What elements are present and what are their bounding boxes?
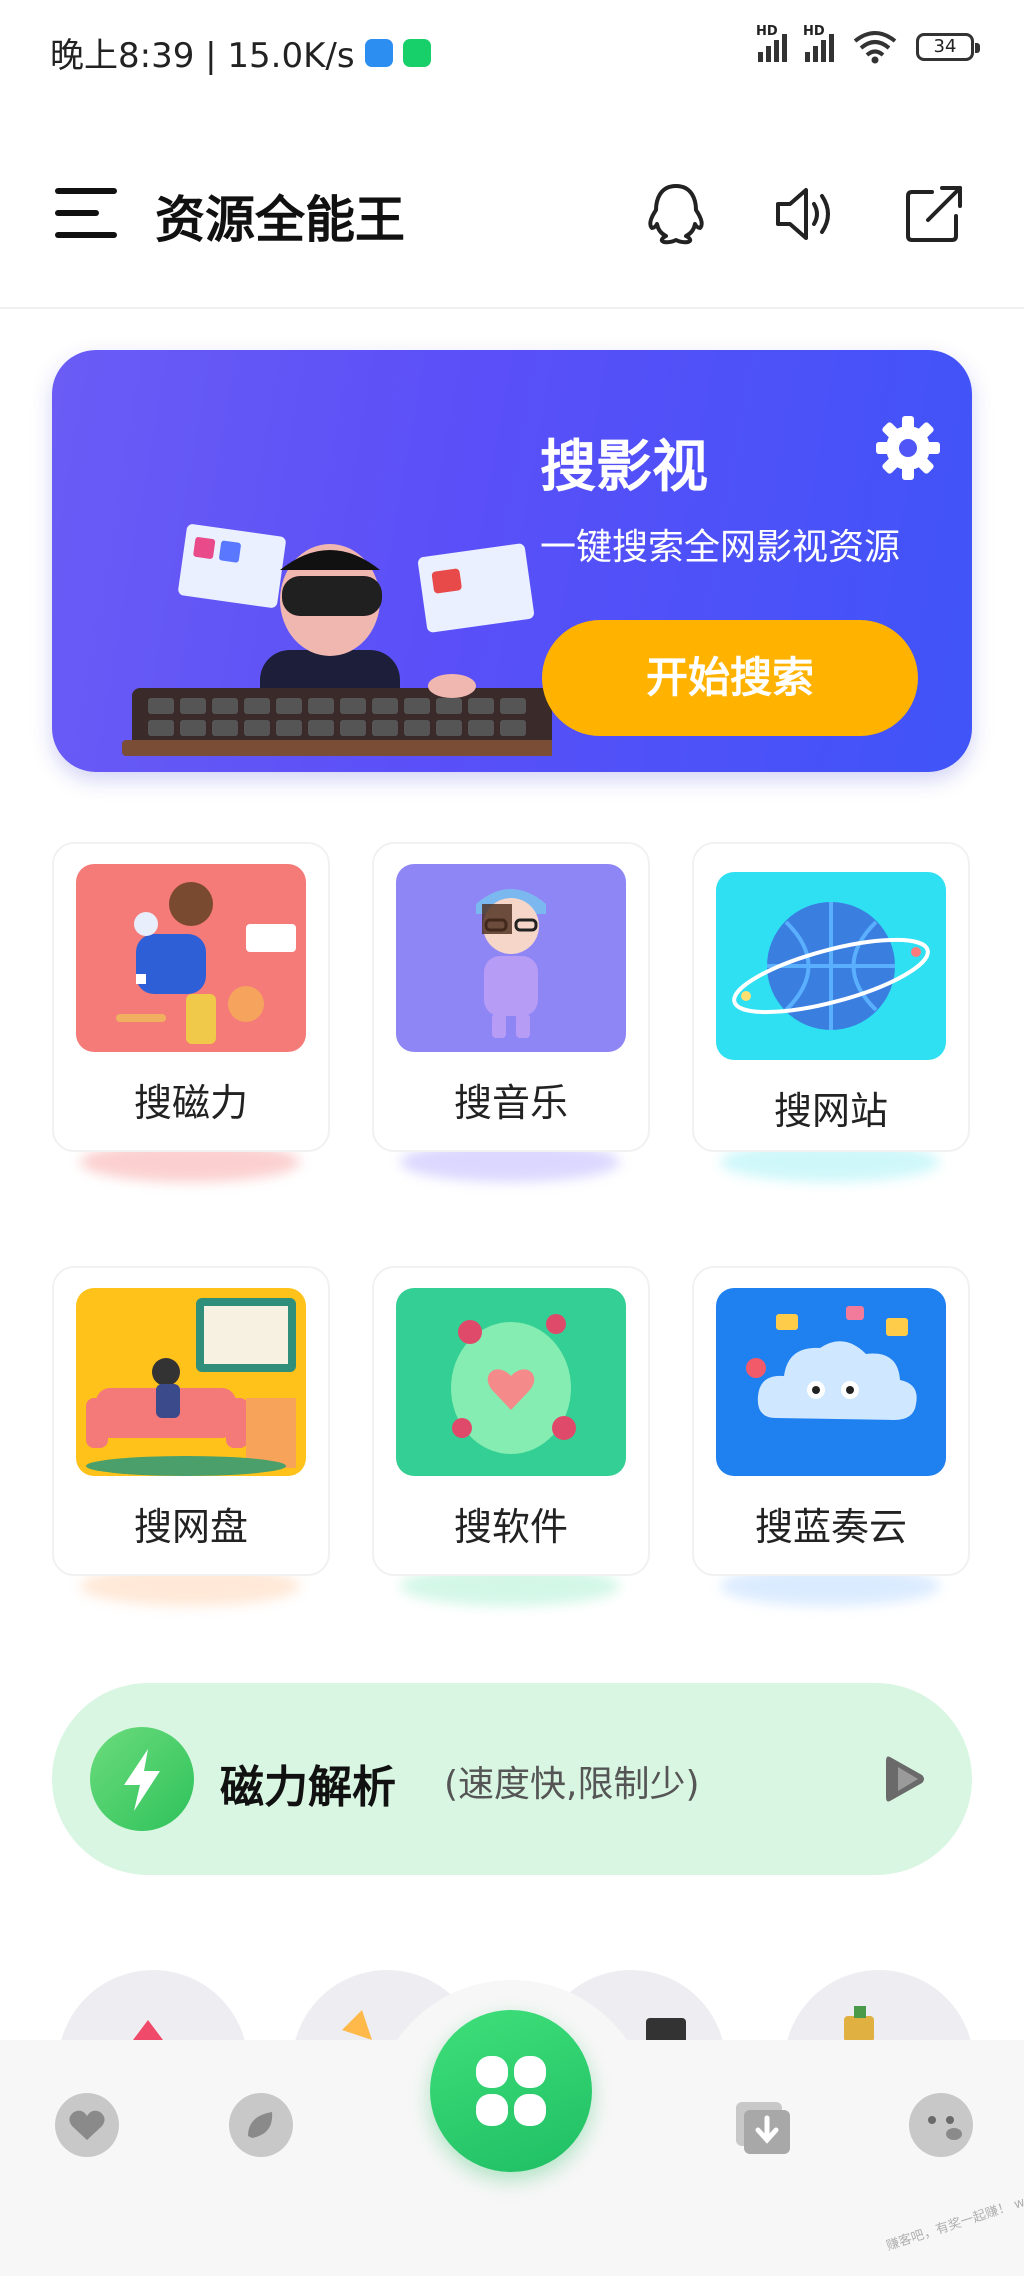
signal-hd-label: HD <box>756 24 778 39</box>
card-search-website[interactable]: 搜网站 <box>692 842 970 1152</box>
status-right: HD HD 34 <box>756 24 980 64</box>
status-time-speed: 晚上8:39 | 15.0K/s <box>50 36 355 76</box>
status-left: 晚上8:39 | 15.0K/s <box>50 28 431 77</box>
card-search-music[interactable]: 搜音乐 <box>372 842 650 1152</box>
settings-gear-icon[interactable] <box>872 412 944 484</box>
downloads-icon[interactable] <box>728 2090 798 2160</box>
lightning-icon <box>90 1727 194 1831</box>
share-icon[interactable] <box>898 178 970 250</box>
qq-icon[interactable] <box>640 178 712 250</box>
card-search-netdisk[interactable]: 搜网盘 <box>52 1266 330 1576</box>
discover-leaf-icon[interactable] <box>226 2090 296 2160</box>
card-label: 搜蓝奏云 <box>754 1505 907 1549</box>
status-bar: 晚上8:39 | 15.0K/s HD HD 34 <box>0 0 1024 100</box>
banner-title: 搜影视 <box>540 435 708 500</box>
signal-icon-2: HD <box>803 24 834 62</box>
card-search-magnet[interactable]: 搜磁力 <box>52 842 330 1152</box>
clover-icon <box>476 2056 546 2126</box>
card-label: 搜网盘 <box>133 1505 248 1549</box>
notification-chat-icon <box>402 38 431 67</box>
movie-search-banner[interactable]: 搜影视 一键搜索全网影视资源 开始搜索 <box>52 350 972 772</box>
home-clover-button[interactable] <box>430 2010 592 2172</box>
card-label: 搜音乐 <box>453 1081 568 1125</box>
music-illustration <box>396 864 626 1052</box>
app-bar: 资源全能王 <box>0 160 1024 280</box>
vr-keyboard-illustration <box>122 524 552 756</box>
battery-indicator: 34 <box>916 33 980 61</box>
menu-icon[interactable] <box>55 188 117 238</box>
card-search-lanzou[interactable]: 搜蓝奏云 <box>692 1266 970 1576</box>
favorites-heart-icon[interactable] <box>52 2090 122 2160</box>
card-label: 搜软件 <box>453 1505 568 1549</box>
chevron-right-icon[interactable] <box>874 1749 934 1809</box>
app-bar-divider <box>0 307 1024 309</box>
notification-app-icon <box>364 38 393 67</box>
parse-title: 磁力解析 <box>220 1762 396 1813</box>
magnet-parse-bar[interactable]: 磁力解析 (速度快,限制少) <box>52 1683 972 1875</box>
parse-note: (速度快,限制少) <box>444 1764 700 1805</box>
volume-icon[interactable] <box>768 178 840 250</box>
globe-illustration <box>716 872 946 1060</box>
netdisk-illustration <box>76 1288 306 1476</box>
signal-icon: HD <box>756 24 787 62</box>
card-label: 搜网站 <box>773 1089 888 1133</box>
start-search-button[interactable]: 开始搜索 <box>542 620 918 736</box>
banner-subtitle: 一键搜索全网影视资源 <box>540 527 901 568</box>
cloud-illustration <box>716 1288 946 1476</box>
software-illustration <box>396 1288 626 1476</box>
app-title: 资源全能王 <box>155 191 405 249</box>
card-label: 搜磁力 <box>133 1081 248 1125</box>
magnet-illustration <box>76 864 306 1052</box>
profile-avatar-icon[interactable] <box>906 2090 976 2160</box>
wifi-icon <box>853 31 897 64</box>
signal-hd-label-2: HD <box>803 24 825 39</box>
card-search-software[interactable]: 搜软件 <box>372 1266 650 1576</box>
